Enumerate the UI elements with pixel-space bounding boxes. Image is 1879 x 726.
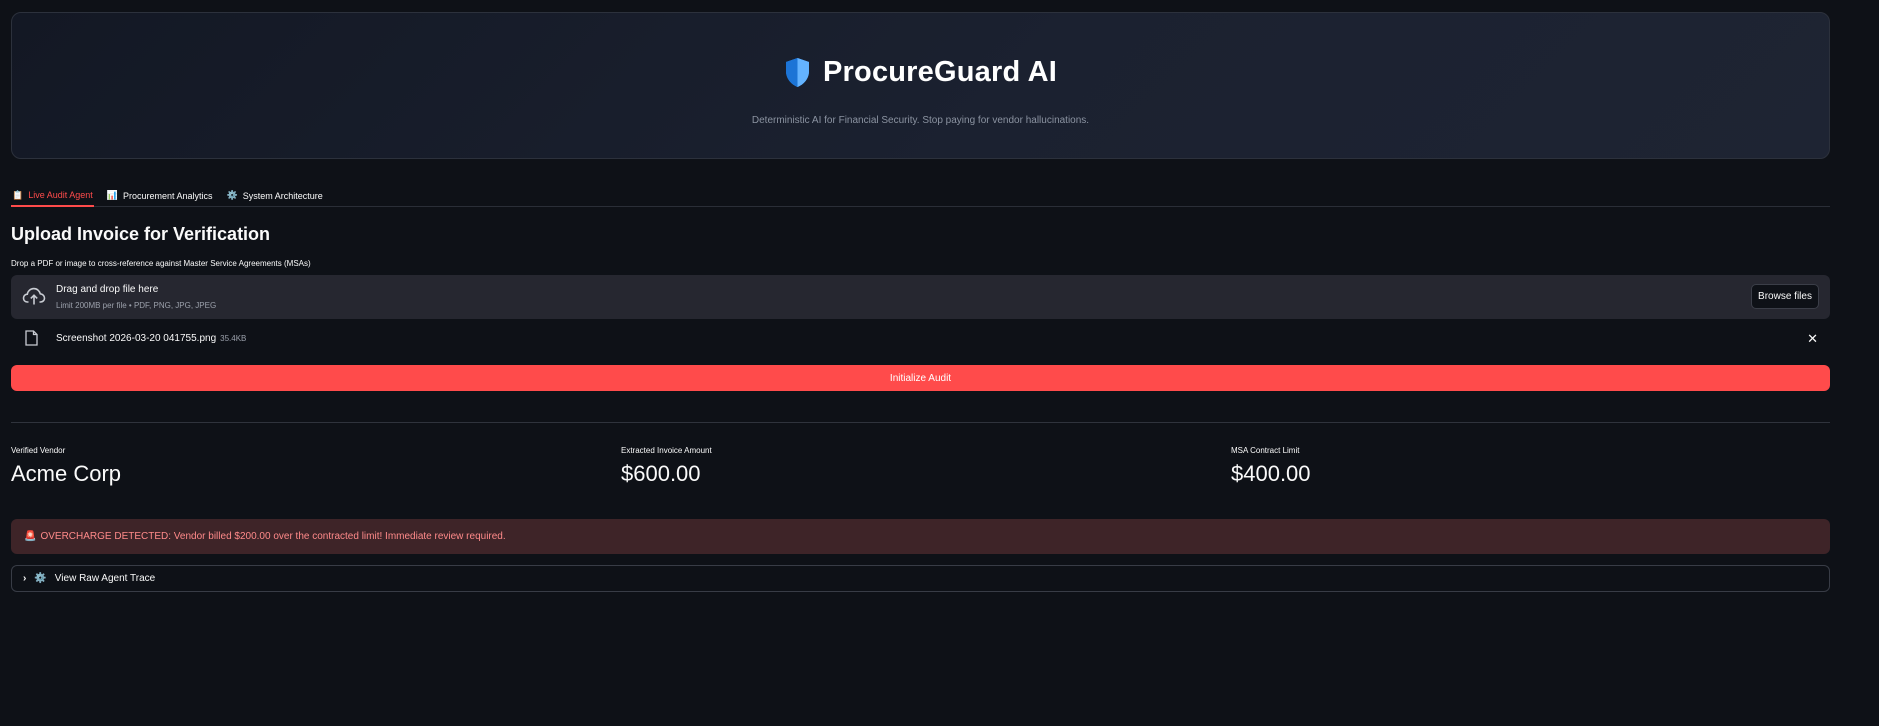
tab-procurement-analytics[interactable]: 📊 Procurement Analytics [106,185,214,206]
close-icon[interactable]: ✕ [1807,331,1818,347]
tab-label: System Architecture [242,190,323,201]
cloud-upload-icon [22,287,46,305]
file-icon [25,330,38,346]
metric-value: Acme Corp [11,461,122,486]
chevron-right-icon: › [23,573,27,584]
app-subtitle: Deterministic AI for Financial Security.… [751,115,1090,126]
file-dropzone[interactable]: Drag and drop file here Limit 200MB per … [11,275,1830,319]
tab-system-architecture[interactable]: ⚙️ System Architecture [226,185,324,206]
metric-value: $400.00 [1231,461,1311,486]
tab-label: Live Audit Agent [28,190,93,200]
hero-title-row: ProcureGuard AI [12,56,1829,89]
hero-banner: ProcureGuard AI Deterministic AI for Fin… [11,12,1830,159]
metric-msa-contract-limit: MSA Contract Limit $400.00 [1231,446,1311,487]
initialize-audit-button[interactable]: Initialize Audit [11,365,1830,391]
siren-icon: 🚨 [24,531,37,542]
dropzone-limit: Limit 200MB per file • PDF, PNG, JPG, JP… [56,301,217,310]
upload-label: Drop a PDF or image to cross-reference a… [11,259,311,268]
app-title: ProcureGuard AI [823,56,1057,88]
overcharge-alert: 🚨 OVERCHARGE DETECTED: Vendor billed $20… [11,519,1830,554]
metric-extracted-invoice-amount: Extracted Invoice Amount $600.00 [621,446,712,487]
metric-verified-vendor: Verified Vendor Acme Corp [11,446,121,487]
upload-heading: Upload Invoice for Verification [11,224,271,244]
tab-label: Procurement Analytics [123,190,213,201]
bar-chart-icon: 📊 [106,190,118,200]
gear-icon: ⚙️ [34,573,47,584]
file-size: 35.4KB [220,334,247,343]
file-name-text: Screenshot 2026-03-20 041755.png [56,333,217,344]
metric-label: Verified Vendor [11,446,66,455]
uploaded-file-row: Screenshot 2026-03-20 041755.png 35.4KB ✕ [11,328,1830,350]
raw-agent-trace-expander[interactable]: › ⚙️ View Raw Agent Trace [11,565,1830,592]
metric-label: MSA Contract Limit [1231,446,1300,455]
alert-text: OVERCHARGE DETECTED: Vendor billed $200.… [40,531,506,542]
tab-live-audit-agent[interactable]: 📋 Live Audit Agent [11,185,94,207]
browse-files-button[interactable]: Browse files [1751,284,1819,309]
gear-icon: ⚙️ [226,190,238,200]
divider [11,422,1830,423]
clipboard-icon: 📋 [12,189,24,200]
tab-bar: 📋 Live Audit Agent 📊 Procurement Analyti… [11,185,1830,207]
file-name: Screenshot 2026-03-20 041755.png 35.4KB [56,333,246,344]
dropzone-title: Drag and drop file here [56,284,159,295]
shield-icon [786,58,809,87]
app-page: ProcureGuard AI Deterministic AI for Fin… [0,0,1879,726]
expander-label: View Raw Agent Trace [54,573,156,584]
metric-value: $600.00 [621,461,701,486]
metric-label: Extracted Invoice Amount [621,446,712,455]
